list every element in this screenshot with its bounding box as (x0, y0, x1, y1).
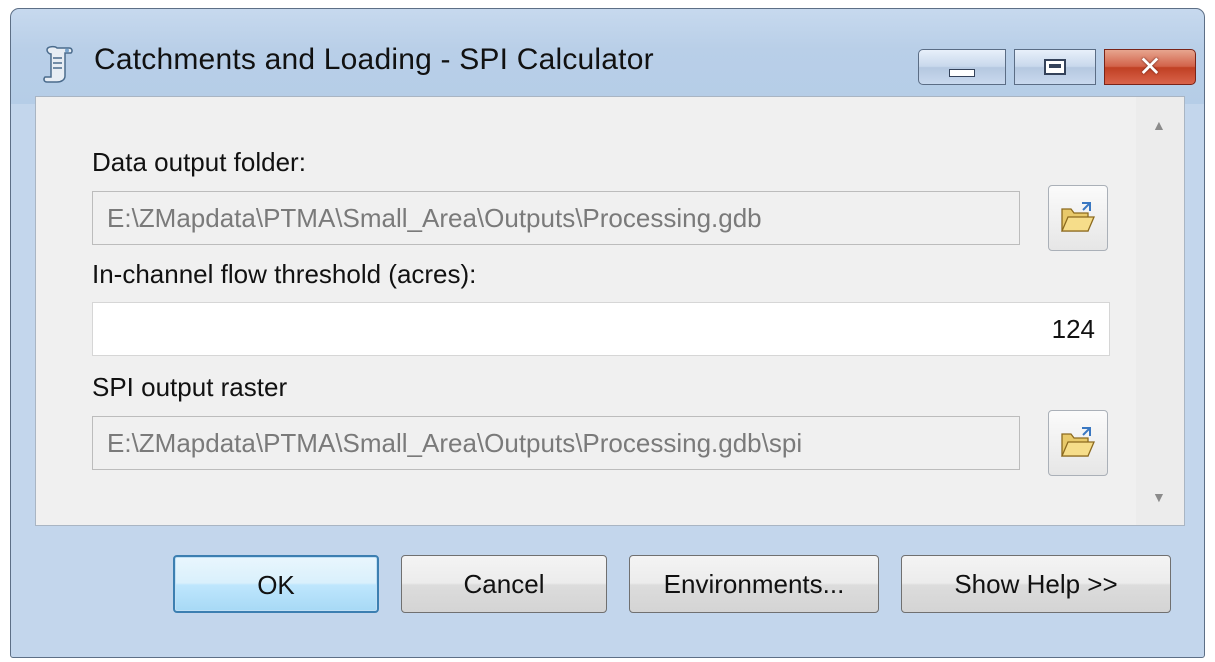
browse-output-folder-button[interactable] (1048, 185, 1108, 251)
flow-threshold-input[interactable]: 124 (92, 302, 1110, 356)
browse-spi-raster-button[interactable] (1048, 410, 1108, 476)
close-icon: ✕ (1138, 51, 1162, 82)
minimize-button[interactable] (918, 49, 1006, 85)
title-bar[interactable]: Catchments and Loading - SPI Calculator … (11, 9, 1204, 99)
spi-raster-field[interactable]: E:\ZMapdata\PTMA\Small_Area\Outputs\Proc… (92, 416, 1020, 470)
toolbox-script-icon (41, 44, 75, 84)
show-help-button[interactable]: Show Help >> (901, 555, 1171, 613)
maximize-button[interactable] (1014, 49, 1096, 85)
maximize-icon (1044, 59, 1066, 75)
output-folder-label: Data output folder: (92, 147, 306, 177)
parameters-panel: Data output folder: E:\ZMapdata\PTMA\Sma… (35, 96, 1185, 526)
window-title: Catchments and Loading - SPI Calculator (94, 43, 654, 76)
spi-raster-label: SPI output raster (92, 372, 288, 402)
cancel-button[interactable]: Cancel (401, 555, 607, 613)
scroll-up-icon[interactable]: ▲ (1152, 117, 1166, 133)
minimize-icon (949, 69, 975, 77)
dialog-window: Catchments and Loading - SPI Calculator … (10, 8, 1205, 658)
environments-button[interactable]: Environments... (629, 555, 879, 613)
vertical-scrollbar[interactable]: ▲ ▼ (1136, 97, 1184, 525)
output-folder-field[interactable]: E:\ZMapdata\PTMA\Small_Area\Outputs\Proc… (92, 191, 1020, 245)
scroll-down-icon[interactable]: ▼ (1152, 489, 1166, 505)
open-folder-icon (1061, 427, 1095, 457)
open-folder-icon (1061, 202, 1095, 232)
close-button[interactable]: ✕ (1104, 49, 1196, 85)
ok-button[interactable]: OK (173, 555, 379, 613)
flow-threshold-label: In-channel flow threshold (acres): (92, 259, 477, 289)
